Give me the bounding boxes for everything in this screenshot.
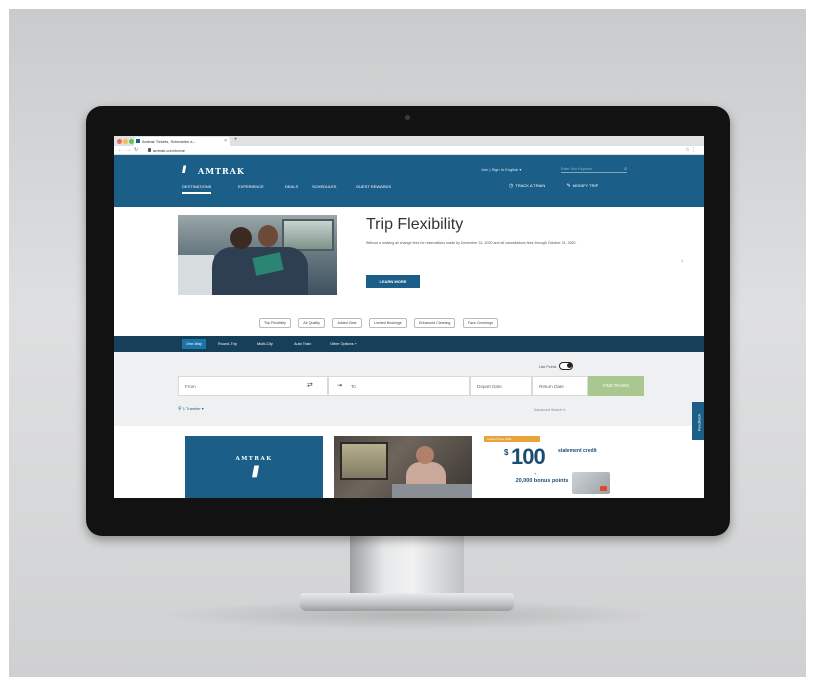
travelers-label: 1 Traveler: [182, 406, 201, 411]
offer-bonus-points: 20,000 bonus points: [515, 478, 569, 484]
to-placeholder: To: [351, 384, 356, 389]
clock-icon: ◷: [509, 183, 514, 189]
hero-image: [178, 215, 337, 295]
modify-trip-link[interactable]: ✎ MODIFY TRIP: [566, 183, 608, 189]
pill-air-quality[interactable]: Air Quality: [298, 318, 325, 328]
close-window-icon[interactable]: [117, 139, 122, 144]
nav-guest-rewards[interactable]: GUEST REWARDS: [356, 184, 391, 192]
carousel-next-icon[interactable]: ›: [681, 258, 683, 265]
tab-round-trip[interactable]: Round-Trip: [214, 339, 241, 349]
close-tab-icon[interactable]: ×: [224, 138, 227, 144]
hero-passenger-head: [230, 227, 252, 249]
card-table: [392, 484, 472, 498]
toggle-knob: [567, 363, 572, 368]
feedback-label: Feedback: [696, 413, 702, 432]
learn-more-button[interactable]: LEARN MORE: [366, 275, 420, 288]
booking-tabs: One-Way Round-Trip Multi-City Auto Train…: [114, 336, 704, 352]
swap-stations-icon[interactable]: ⇄: [307, 381, 313, 389]
tab-auto-train[interactable]: Auto Train: [290, 339, 315, 349]
feedback-tab[interactable]: Feedback: [692, 402, 704, 440]
card-train-window: [340, 442, 388, 480]
tab-multi-city[interactable]: Multi-City: [253, 339, 277, 349]
browser-tabstrip: Amtrak Tickets, Schedules a... × +: [114, 136, 704, 146]
url-text: amtrak.com/home: [153, 148, 186, 153]
credit-card-image: [572, 472, 610, 494]
tab-one-way[interactable]: One-Way: [182, 339, 206, 349]
return-placeholder: Return Date: [539, 384, 564, 389]
offer-flag: Limited-Time Offer: [484, 436, 540, 442]
hero-passenger-head: [258, 225, 278, 247]
to-station-input[interactable]: To: [328, 376, 470, 396]
address-bar: ← → ↻ amtrak.com/home ☆ ⋮: [114, 146, 704, 155]
depart-placeholder: Depart Date: [477, 384, 502, 389]
amtrak-travelmark-icon: ///: [251, 464, 259, 481]
use-points-toggle[interactable]: [559, 362, 573, 370]
header-actions: ◷ TRACK A TRAIN ✎ MODIFY TRIP: [509, 183, 618, 189]
from-placeholder: From: [185, 384, 196, 389]
offer-plus: +: [534, 471, 537, 476]
modify-trip-label: MODIFY TRIP: [572, 183, 599, 188]
pencil-icon: ✎: [566, 183, 571, 189]
account-links[interactable]: Join | Sign In English ▾: [481, 167, 521, 172]
use-points-label: Use Points: [539, 365, 557, 369]
hero-description: Without a waiving all change fees for re…: [366, 241, 577, 245]
find-trains-button[interactable]: FIND TRAINS: [588, 376, 644, 396]
browser-tab-title: Amtrak Tickets, Schedules a...: [142, 139, 196, 144]
advanced-search-link[interactable]: Advanced Search ▾: [534, 408, 565, 412]
monitor-stand-neck: [350, 536, 464, 598]
nav-destinations[interactable]: DESTINATIONS: [182, 184, 212, 194]
back-icon[interactable]: ←: [118, 147, 123, 153]
promo-card-passenger[interactable]: [334, 436, 472, 498]
site-header: /// AMTRAK Join | Sign In English ▾ Ente…: [114, 155, 704, 207]
promo-card-amtrak[interactable]: AMTRAK ///: [185, 436, 323, 498]
person-icon: ⚲: [178, 406, 182, 412]
pill-face-coverings[interactable]: Face Coverings: [462, 318, 498, 328]
url-field[interactable]: amtrak.com/home: [148, 147, 628, 154]
minimize-window-icon[interactable]: [123, 139, 128, 144]
offer-statement-credit: statement credit: [558, 448, 597, 454]
reload-icon[interactable]: ↻: [134, 147, 138, 153]
pill-added-gear[interactable]: Added Gear: [332, 318, 362, 328]
amtrak-travelmark-icon: ///: [182, 165, 187, 176]
forward-icon[interactable]: →: [126, 147, 131, 153]
site-search-input[interactable]: Enter Your Keyword ⌕: [561, 165, 627, 173]
monitor-stand-base: [300, 593, 514, 611]
search-placeholder: Enter Your Keyword: [561, 167, 592, 171]
browser-tab[interactable]: Amtrak Tickets, Schedules a... ×: [134, 137, 230, 146]
offer-dollar-sign: $: [504, 448, 509, 457]
travelers-dropdown[interactable]: ⚲ 1 Traveler ▾: [178, 406, 204, 412]
pill-trip-flexibility[interactable]: Trip Flexibility: [259, 318, 291, 328]
card-wordmark: AMTRAK: [235, 456, 273, 462]
search-icon[interactable]: ⌕: [624, 166, 627, 172]
browser-screen: Amtrak Tickets, Schedules a... × + ← → ↻…: [114, 136, 704, 498]
offer-amount: 100: [511, 444, 546, 469]
depart-date-input[interactable]: Depart Date: [470, 376, 532, 396]
lock-icon: [148, 148, 151, 152]
nav-schedules[interactable]: SCHEDULES: [312, 184, 336, 192]
hero-seat: [178, 255, 214, 295]
tab-other-options[interactable]: Other Options +: [326, 339, 361, 349]
promo-card-credit-offer[interactable]: Limited-Time Offer $ 100 statement credi…: [484, 436, 622, 498]
return-date-input[interactable]: Return Date: [532, 376, 588, 396]
topic-pills: Trip Flexibility Air Quality Added Gear …: [259, 318, 501, 329]
from-station-input[interactable]: From: [178, 376, 328, 396]
logo-wordmark: AMTRAK: [198, 166, 245, 176]
card-passenger-head: [416, 446, 434, 464]
browser-menu-icon[interactable]: ☆ ⋮: [685, 147, 696, 153]
pill-limited-bookings[interactable]: Limited Bookings: [369, 318, 407, 328]
track-train-label: TRACK A TRAIN: [515, 183, 546, 188]
to-arrow-icon: ⇥: [337, 383, 343, 389]
nav-experience[interactable]: EXPERIENCE: [238, 184, 264, 192]
monitor-bezel: Amtrak Tickets, Schedules a... × + ← → ↻…: [86, 106, 730, 536]
new-tab-icon[interactable]: +: [234, 137, 238, 143]
favicon-icon: [136, 139, 140, 143]
hero-title: Trip Flexibility: [366, 216, 464, 233]
pill-enhanced-cleaning[interactable]: Enhanced Cleaning: [414, 318, 456, 328]
camera-icon: [405, 115, 410, 120]
track-train-link[interactable]: ◷ TRACK A TRAIN: [509, 183, 555, 189]
nav-deals[interactable]: DEALS: [285, 184, 298, 192]
